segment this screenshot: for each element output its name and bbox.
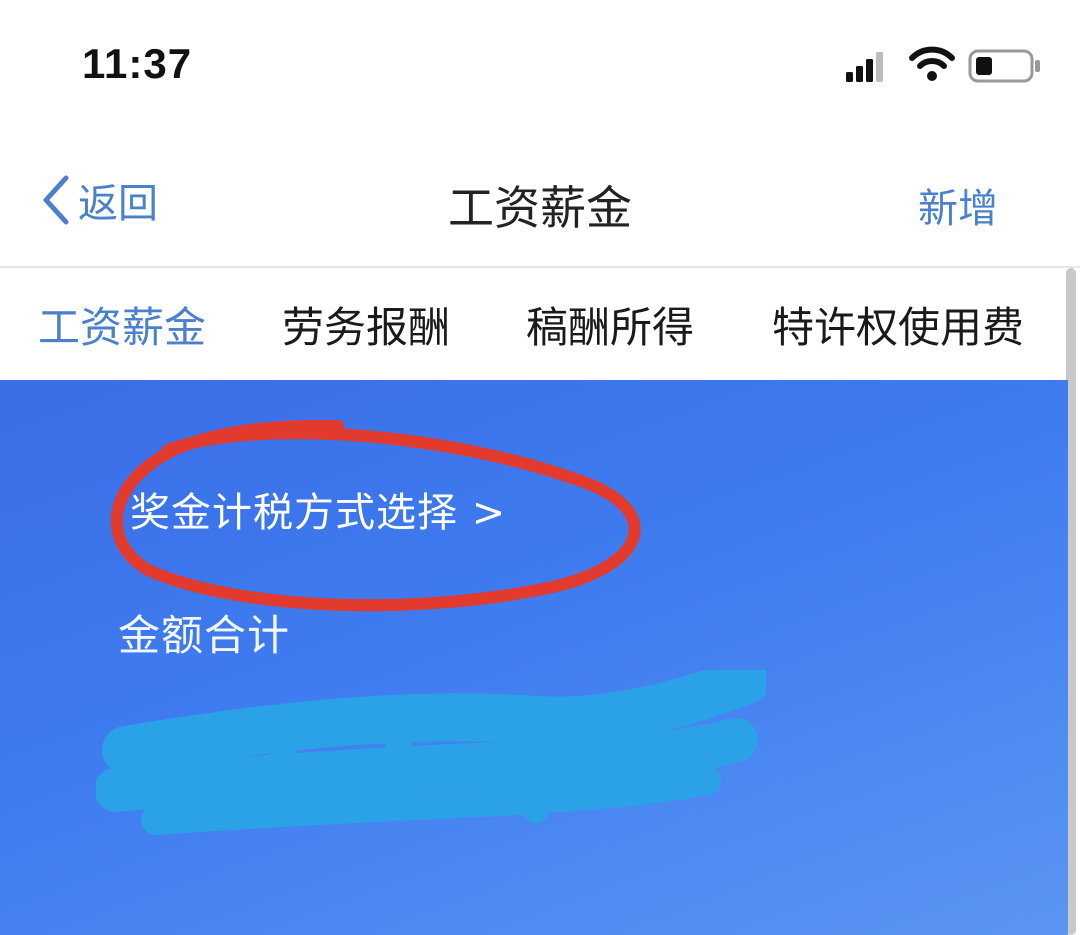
status-bar: 11:37 (0, 0, 1080, 130)
tab-labor-remuneration[interactable]: 劳务报酬 (282, 294, 450, 355)
active-tab-indicator (0, 370, 246, 376)
total-amount-label: 金额合计 (118, 611, 291, 660)
income-type-tabs: 工资薪金 劳务报酬 稿酬所得 特许权使用费 (0, 268, 1080, 380)
tab-salary[interactable]: 工资薪金 (38, 294, 206, 355)
tab-author-remuneration[interactable]: 稿酬所得 (526, 294, 694, 355)
tab-royalties[interactable]: 特许权使用费 (772, 294, 1024, 355)
bonus-tax-method-link[interactable]: 奖金计税方式选择 > (130, 480, 506, 538)
signal-icon (846, 52, 883, 82)
navigation-bar: 返回 工资薪金 新增 (0, 130, 1080, 268)
wifi-icon (909, 46, 955, 81)
salary-summary-card: 奖金计税方式选择 > 金额合计 (0, 380, 1068, 935)
redaction-scribble (96, 670, 766, 835)
battery-icon (968, 49, 1040, 83)
status-time: 11:37 (82, 40, 193, 87)
add-button[interactable]: 新增 (918, 176, 998, 234)
